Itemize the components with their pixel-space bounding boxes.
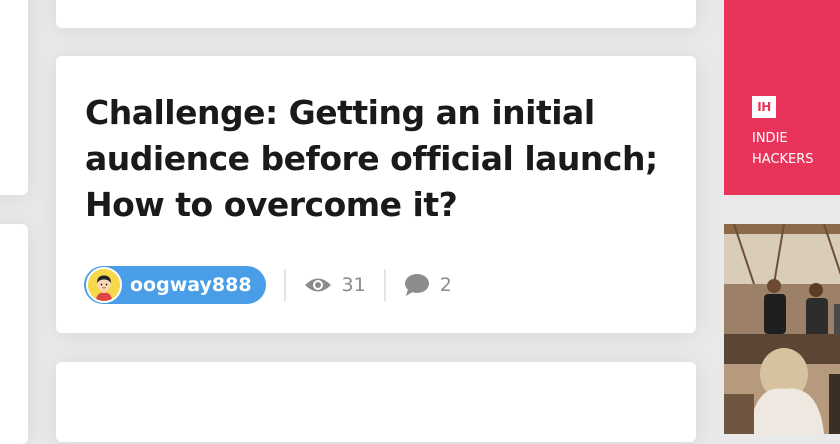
comments-stat[interactable]: 2 [404, 273, 452, 297]
comments-count: 2 [439, 274, 452, 296]
next-post-card[interactable] [56, 362, 696, 442]
left-column-card-top[interactable] [0, 0, 28, 195]
avatar-illustration [88, 269, 120, 301]
meta-divider [383, 269, 386, 301]
left-column-card-bottom[interactable] [0, 224, 28, 444]
sidebar-photo-ad[interactable] [724, 224, 840, 434]
post-meta: oogway888 31 2 [84, 266, 452, 304]
avatar [86, 267, 122, 303]
speech-bubble-icon [404, 273, 430, 297]
views-stat: 31 [304, 274, 366, 296]
cafe-photo-image [724, 224, 840, 434]
indie-hackers-brand-text: INDIE HACKERS [752, 131, 814, 167]
indie-hackers-logo: IH [752, 96, 776, 118]
meta-divider [283, 269, 286, 301]
post-title[interactable]: Challenge: Getting an initial audience b… [85, 90, 675, 228]
post-card[interactable]: Challenge: Getting an initial audience b… [56, 56, 696, 333]
indie-hackers-ad[interactable]: IH INDIE HACKERS [724, 0, 840, 195]
views-count: 31 [341, 274, 366, 296]
eye-icon [304, 276, 332, 294]
previous-post-card[interactable] [56, 0, 696, 28]
author-badge[interactable]: oogway888 [84, 266, 266, 304]
author-name: oogway888 [130, 274, 252, 296]
